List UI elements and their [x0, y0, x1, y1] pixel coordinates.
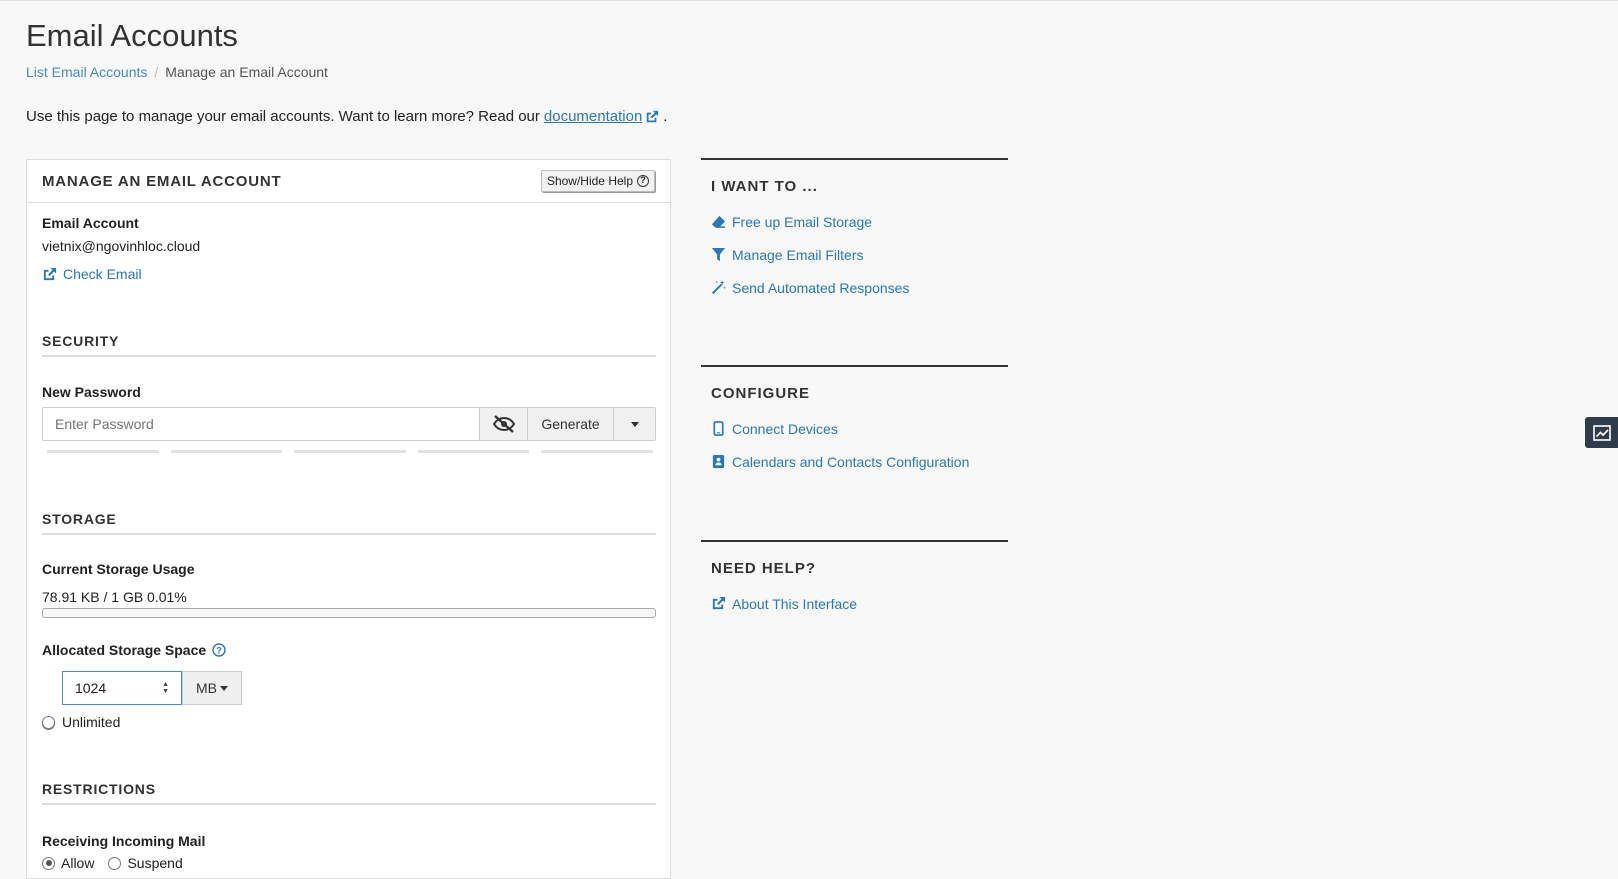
documentation-link[interactable]: documentation [544, 108, 642, 125]
storage-unlimited-radio[interactable] [42, 716, 55, 729]
intro-text: Use this page to manage your email accou… [26, 108, 667, 125]
manage-email-filters-link[interactable]: Manage Email Filters [711, 247, 864, 263]
calendars-contacts-configuration-link[interactable]: Calendars and Contacts Configuration [711, 454, 969, 470]
strength-segment [171, 450, 283, 453]
stats-side-tab[interactable] [1585, 417, 1618, 448]
generate-options-dropdown[interactable] [613, 408, 655, 440]
svg-text:?: ? [216, 646, 222, 656]
security-section-title: SECURITY [42, 333, 656, 357]
about-this-interface-label: About This Interface [732, 596, 857, 612]
strength-segment [294, 450, 406, 453]
need-help-section: NEED HELP? About This Interface [701, 540, 1008, 620]
top-border [0, 0, 1618, 1]
breadcrumb-list-email-accounts[interactable]: List Email Accounts [26, 64, 147, 80]
external-link-icon [645, 110, 659, 124]
allocated-storage-label: Allocated Storage Space [42, 642, 206, 658]
magic-wand-icon [711, 280, 726, 295]
chart-line-icon [1593, 425, 1611, 441]
email-account-label: Email Account [42, 215, 139, 231]
send-automated-responses-link[interactable]: Send Automated Responses [711, 280, 909, 296]
allocated-storage-value: 1024 [75, 680, 106, 696]
unlimited-label: Unlimited [62, 714, 120, 730]
connect-devices-label: Connect Devices [732, 421, 838, 437]
breadcrumb-separator: / [154, 64, 158, 80]
storage-unit-dropdown[interactable]: MB [182, 671, 242, 705]
free-up-email-storage-label: Free up Email Storage [732, 214, 872, 230]
configure-section: CONFIGURE Connect Devices Calendars and … [701, 365, 1008, 478]
free-up-email-storage-link[interactable]: Free up Email Storage [711, 214, 872, 230]
send-automated-responses-label: Send Automated Responses [732, 280, 909, 296]
storage-usage-text: 78.91 KB / 1 GB 0.01% [42, 589, 187, 605]
allocated-storage-heading: Allocated Storage Space ? [42, 642, 226, 658]
page-title: Email Accounts [26, 18, 238, 54]
i-want-to-title: I WANT TO ... [701, 160, 1008, 195]
suspend-label: Suspend [127, 855, 182, 871]
breadcrumb: List Email Accounts / Manage an Email Ac… [26, 64, 328, 80]
allow-label: Allow [61, 855, 94, 871]
caret-down-icon [631, 422, 639, 427]
storage-unit-label: MB [196, 680, 217, 696]
password-strength-meter [47, 450, 653, 453]
password-input-group: Generate [42, 407, 656, 441]
eraser-icon [711, 214, 726, 229]
external-link-icon [711, 596, 726, 611]
strength-segment [418, 450, 530, 453]
filter-icon [711, 247, 726, 262]
number-spinner-icon[interactable]: ▲▼ [162, 681, 169, 695]
panel-header: MANAGE AN EMAIL ACCOUNT Show/Hide Help ? [27, 160, 670, 203]
eye-slash-icon [492, 415, 516, 433]
allocated-storage-input[interactable]: 1024 ▲▼ [62, 671, 182, 705]
question-icon: ? [637, 175, 649, 187]
incoming-suspend-radio[interactable] [108, 857, 121, 870]
manage-email-filters-label: Manage Email Filters [732, 247, 864, 263]
check-email-link[interactable]: Check Email [42, 266, 142, 282]
storage-section-title: STORAGE [42, 511, 656, 535]
calendars-contacts-configuration-label: Calendars and Contacts Configuration [732, 454, 969, 470]
intro-end: . [663, 108, 667, 125]
restrictions-section-title: RESTRICTIONS [42, 781, 656, 805]
breadcrumb-current: Manage an Email Account [165, 64, 328, 80]
mobile-icon [711, 421, 726, 436]
allocated-storage-group: 1024 ▲▼ MB [62, 671, 242, 705]
incoming-mail-options: Allow Suspend [42, 855, 183, 871]
show-hide-help-button[interactable]: Show/Hide Help ? [541, 170, 655, 192]
manage-account-panel: MANAGE AN EMAIL ACCOUNT Show/Hide Help ?… [26, 159, 671, 879]
strength-segment [47, 450, 159, 453]
strength-segment [541, 450, 653, 453]
documentation-link-label: documentation [544, 108, 642, 125]
current-storage-label: Current Storage Usage [42, 561, 194, 577]
email-account-value: vietnix@ngovinhloc.cloud [42, 238, 200, 254]
about-this-interface-link[interactable]: About This Interface [711, 596, 857, 612]
configure-title: CONFIGURE [701, 367, 1008, 402]
incoming-allow-radio[interactable] [42, 857, 55, 870]
external-link-icon [42, 267, 57, 282]
panel-title: MANAGE AN EMAIL ACCOUNT [42, 173, 282, 190]
caret-down-icon [220, 686, 228, 691]
address-book-icon [711, 454, 726, 469]
help-icon[interactable]: ? [212, 643, 226, 657]
intro-sentence: Use this page to manage your email accou… [26, 108, 540, 125]
toggle-password-visibility-button[interactable] [479, 408, 527, 440]
password-input[interactable] [43, 408, 479, 440]
connect-devices-link[interactable]: Connect Devices [711, 421, 838, 437]
need-help-title: NEED HELP? [701, 542, 1008, 577]
storage-usage-bar [42, 608, 656, 618]
new-password-label: New Password [42, 384, 141, 400]
check-email-label: Check Email [63, 266, 142, 282]
generate-password-button[interactable]: Generate [527, 408, 613, 440]
receiving-incoming-mail-label: Receiving Incoming Mail [42, 833, 205, 849]
i-want-to-section: I WANT TO ... Free up Email Storage Mana… [701, 158, 1008, 304]
show-hide-help-label: Show/Hide Help [547, 174, 633, 188]
unlimited-option[interactable]: Unlimited [42, 714, 120, 730]
